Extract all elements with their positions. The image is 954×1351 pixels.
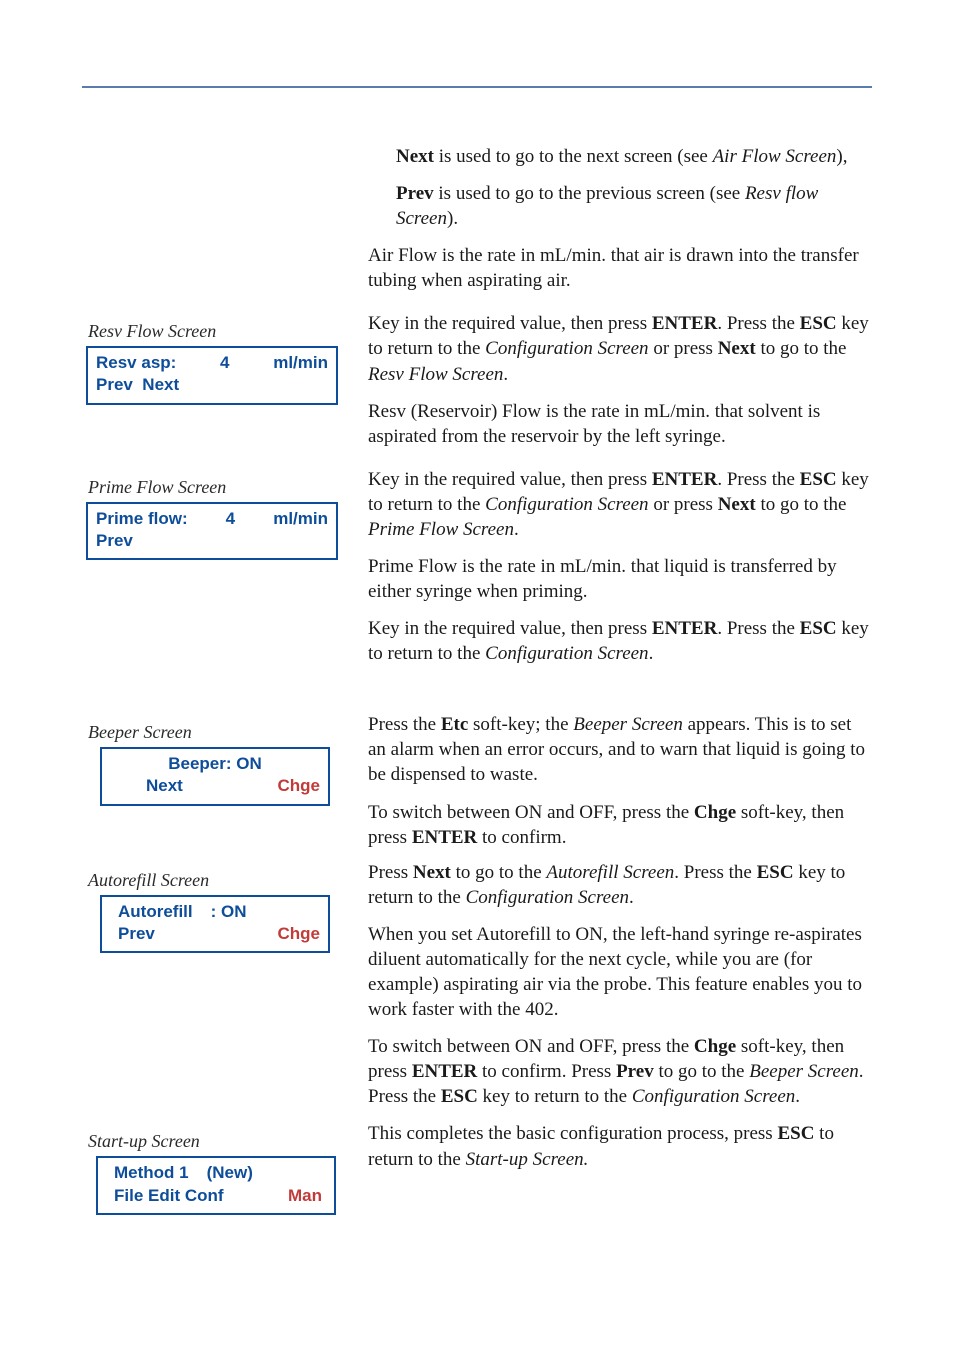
resv-p2: Resv (Reservoir) Flow is the rate in mL/… [368, 399, 872, 449]
top-rule [82, 86, 872, 88]
resv-p1: Key in the required value, then press EN… [368, 311, 872, 386]
startup-lcd: Method 1 (New) File Edit Conf Man [96, 1156, 336, 1214]
prime-lcd-label: Prime flow: [96, 508, 188, 530]
prime-lcd-unit: ml/min [273, 508, 328, 530]
autorefill-lcd-chge: Chge [155, 923, 320, 945]
startup-lcd-man: Man [224, 1185, 326, 1207]
word-prev: Prev [396, 183, 434, 204]
beeper-p1: Press the Etc soft-key; the Beeper Scree… [368, 712, 872, 787]
beeper-lcd-line1: Beeper: ON [110, 753, 320, 775]
startup-lcd-method: Method 1 [106, 1162, 189, 1184]
prime-caption: Prime Flow Screen [88, 477, 350, 498]
startup-p1: This completes the basic configuration p… [368, 1121, 872, 1171]
word-next: Next [396, 146, 434, 167]
startup-lcd-new: (New) [189, 1162, 253, 1184]
resv-lcd-unit: ml/min [273, 352, 328, 374]
beeper-lcd-next: Next [110, 775, 183, 797]
prime-lcd-value: 4 [188, 508, 274, 530]
autorefill-p1: Press Next to go to the Autorefill Scree… [368, 860, 872, 910]
resv-lcd: Resv asp: 4 ml/min Prev Next [86, 346, 338, 404]
autorefill-lcd-prev: Prev [110, 923, 155, 945]
prime-p1: Key in the required value, then press EN… [368, 467, 872, 542]
autorefill-lcd: Autorefill : ON Prev Chge [100, 895, 330, 953]
autorefill-p2: When you set Autorefill to ON, the left-… [368, 922, 872, 1022]
resv-lcd-label: Resv asp: [96, 352, 176, 374]
prime-lcd: Prime flow: 4 ml/min Prev [86, 502, 338, 560]
autorefill-p3: To switch between ON and OFF, press the … [368, 1034, 872, 1109]
prime-p3: Key in the required value, then press EN… [368, 616, 872, 666]
autorefill-caption: Autorefill Screen [88, 870, 350, 891]
prime-lcd-nav: Prev [96, 530, 133, 552]
airflow-paragraph: Air Flow is the rate in mL/min. that air… [368, 243, 872, 293]
beeper-p2: To switch between ON and OFF, press the … [368, 800, 872, 850]
prime-p2: Prime Flow is the rate in mL/min. that l… [368, 554, 872, 604]
beeper-lcd-chge: Chge [183, 775, 320, 797]
resv-lcd-nav: Prev Next [96, 374, 179, 396]
resv-caption: Resv Flow Screen [88, 321, 350, 342]
intro-next: Next is used to go to the next screen (s… [368, 144, 872, 169]
intro-prev: Prev is used to go to the previous scree… [368, 181, 872, 231]
startup-lcd-menu: File Edit Conf [106, 1185, 224, 1207]
autorefill-lcd-value: : ON [193, 901, 247, 923]
startup-caption: Start-up Screen [88, 1131, 350, 1152]
autorefill-lcd-label: Autorefill [110, 901, 193, 923]
resv-lcd-value: 4 [176, 352, 273, 374]
page: Next is used to go to the next screen (s… [0, 0, 954, 1275]
beeper-lcd: Beeper: ON Next Chge [100, 747, 330, 805]
beeper-caption: Beeper Screen [88, 722, 350, 743]
